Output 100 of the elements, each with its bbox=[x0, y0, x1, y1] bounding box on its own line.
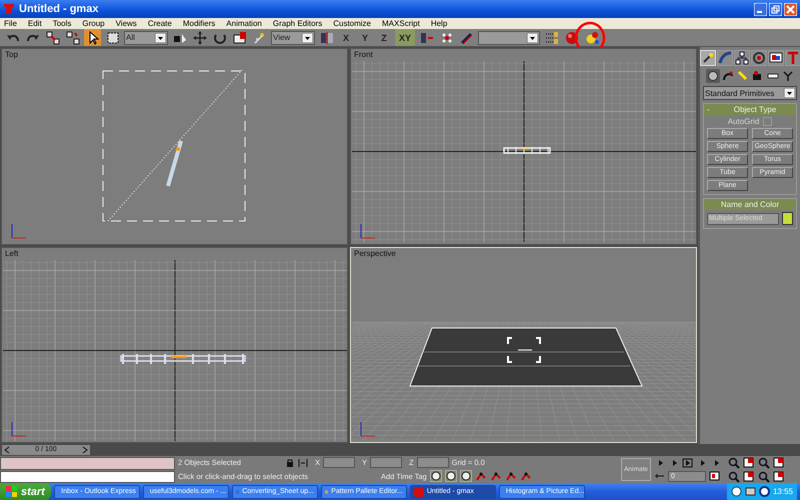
menu-item[interactable]: Modifiers bbox=[182, 19, 216, 28]
time-config-icon[interactable] bbox=[709, 471, 720, 481]
snap-icon[interactable] bbox=[474, 470, 487, 482]
viewport-label[interactable]: Perspective bbox=[351, 248, 399, 260]
sphere-toggle[interactable] bbox=[430, 470, 442, 482]
coordinate-field[interactable] bbox=[370, 457, 402, 468]
menu-item[interactable]: Tools bbox=[52, 19, 72, 28]
network-icon[interactable] bbox=[730, 486, 742, 497]
menu-item[interactable]: Animation bbox=[226, 19, 262, 28]
rollout-title: Name and Color bbox=[720, 200, 780, 209]
arrow-right-icon[interactable] bbox=[80, 445, 90, 455]
dropdown-arrow-icon[interactable] bbox=[155, 32, 166, 42]
move-icon bbox=[192, 30, 206, 44]
lock-icon[interactable] bbox=[285, 458, 295, 468]
update-icon[interactable] bbox=[758, 486, 770, 497]
sphere-icon bbox=[706, 70, 718, 82]
rollout-header[interactable]: Name and Color bbox=[704, 199, 796, 210]
viewport[interactable]: Front bbox=[350, 48, 697, 244]
angle-snap-icon[interactable] bbox=[490, 470, 502, 482]
color-swatch[interactable] bbox=[782, 212, 793, 225]
close-icon[interactable] bbox=[784, 2, 797, 16]
snap-icon bbox=[440, 30, 454, 44]
link-button[interactable] bbox=[44, 29, 61, 46]
arrow-left-icon[interactable] bbox=[2, 445, 12, 455]
app-icon bbox=[3, 3, 15, 15]
collapse-sign[interactable]: - bbox=[707, 105, 717, 114]
maxscript-input-field[interactable] bbox=[0, 470, 175, 483]
zoom-all-icon[interactable] bbox=[743, 456, 755, 468]
menu-item[interactable]: Customize bbox=[333, 19, 372, 28]
region-select-icon bbox=[106, 30, 120, 44]
sphere-button[interactable] bbox=[706, 69, 720, 83]
zoom-icon[interactable] bbox=[728, 456, 740, 468]
unlink-icon bbox=[66, 30, 80, 44]
dropdown-field[interactable]: All bbox=[124, 30, 168, 44]
spinner-snap-icon[interactable] bbox=[520, 470, 532, 482]
coordinate-field[interactable] bbox=[323, 457, 356, 468]
axis-constraint-button[interactable]: Z bbox=[376, 29, 392, 46]
scale-icon bbox=[232, 30, 246, 44]
axis-constraint-button[interactable]: XY bbox=[395, 29, 415, 46]
scale-button[interactable] bbox=[231, 29, 248, 46]
viewport-label[interactable]: Front bbox=[351, 49, 376, 61]
dropdown-arrow-icon[interactable] bbox=[784, 88, 795, 98]
axis-constraint-button[interactable]: Y bbox=[357, 29, 373, 46]
dropdown-field[interactable] bbox=[478, 30, 540, 44]
viewport[interactable]: Left bbox=[1, 246, 348, 443]
clock: 13:55 bbox=[772, 487, 793, 496]
mirror-icon bbox=[320, 30, 334, 44]
coordinate-field[interactable] bbox=[416, 457, 449, 468]
menu-item[interactable]: File bbox=[4, 19, 17, 28]
menu-item[interactable]: MAXScript bbox=[382, 19, 420, 28]
menu-item[interactable]: Group bbox=[82, 19, 105, 28]
shapes-icon bbox=[722, 70, 734, 82]
monitor-tab[interactable] bbox=[768, 50, 784, 66]
transform-mode-icon[interactable] bbox=[298, 458, 308, 468]
checkbox-label: AutoGrid bbox=[728, 117, 760, 126]
dropdown-arrow-icon[interactable] bbox=[302, 32, 313, 42]
hierarchy-tab[interactable] bbox=[734, 50, 750, 66]
menu-item[interactable]: Views bbox=[116, 19, 137, 28]
pencil-icon bbox=[460, 30, 474, 44]
dropdown-arrow-icon[interactable] bbox=[527, 32, 538, 42]
menu-item[interactable]: Create bbox=[148, 19, 172, 28]
curve-icon bbox=[718, 51, 732, 65]
restore-icon[interactable] bbox=[769, 2, 782, 16]
dropdown-field[interactable]: View bbox=[271, 30, 315, 44]
wand-icon bbox=[700, 51, 714, 65]
sphere-icon bbox=[430, 471, 441, 481]
start-button[interactable]: start bbox=[0, 483, 51, 500]
target-tab[interactable] bbox=[750, 50, 766, 66]
viewport-label[interactable]: Left bbox=[2, 248, 22, 260]
unlink-button[interactable] bbox=[64, 29, 81, 46]
hammer-icon bbox=[786, 51, 800, 65]
viewport[interactable]: Top bbox=[1, 48, 348, 244]
maxscript-listener-field[interactable] bbox=[0, 457, 175, 470]
menu-item[interactable]: Edit bbox=[28, 19, 42, 28]
selection-brackets-icon bbox=[507, 336, 541, 362]
menu-item[interactable]: Help bbox=[430, 19, 448, 28]
flashlight-icon bbox=[736, 70, 748, 82]
mirror-button[interactable] bbox=[318, 29, 335, 46]
rollout-title: Object Type bbox=[732, 105, 778, 114]
minimize-icon[interactable] bbox=[754, 2, 767, 16]
shapes-button[interactable] bbox=[720, 69, 734, 83]
pivot-icon bbox=[252, 30, 266, 44]
cursor-button[interactable] bbox=[84, 29, 101, 46]
wand-tab[interactable] bbox=[700, 50, 716, 66]
layers-button[interactable] bbox=[543, 29, 560, 46]
monitor-icon bbox=[768, 51, 782, 65]
dropdown-field[interactable]: Standard Primitives bbox=[703, 86, 797, 100]
flashlight-button[interactable] bbox=[736, 69, 750, 83]
menu-item[interactable]: Graph Editors bbox=[272, 19, 322, 28]
move-button[interactable] bbox=[191, 29, 208, 46]
viewport[interactable]: Perspective bbox=[350, 246, 697, 443]
rollout-header[interactable]: - Object Type bbox=[704, 104, 796, 115]
viewport-label[interactable]: Top bbox=[2, 49, 21, 61]
play-icon[interactable] bbox=[682, 458, 693, 468]
key-mode-icon[interactable] bbox=[654, 471, 665, 481]
spheres-icon bbox=[584, 30, 598, 44]
percent-snap-icon[interactable] bbox=[504, 470, 517, 482]
axis-constraint-button[interactable]: X bbox=[338, 29, 354, 46]
monitor-icon[interactable] bbox=[744, 486, 756, 497]
hierarchy-icon bbox=[734, 51, 748, 65]
